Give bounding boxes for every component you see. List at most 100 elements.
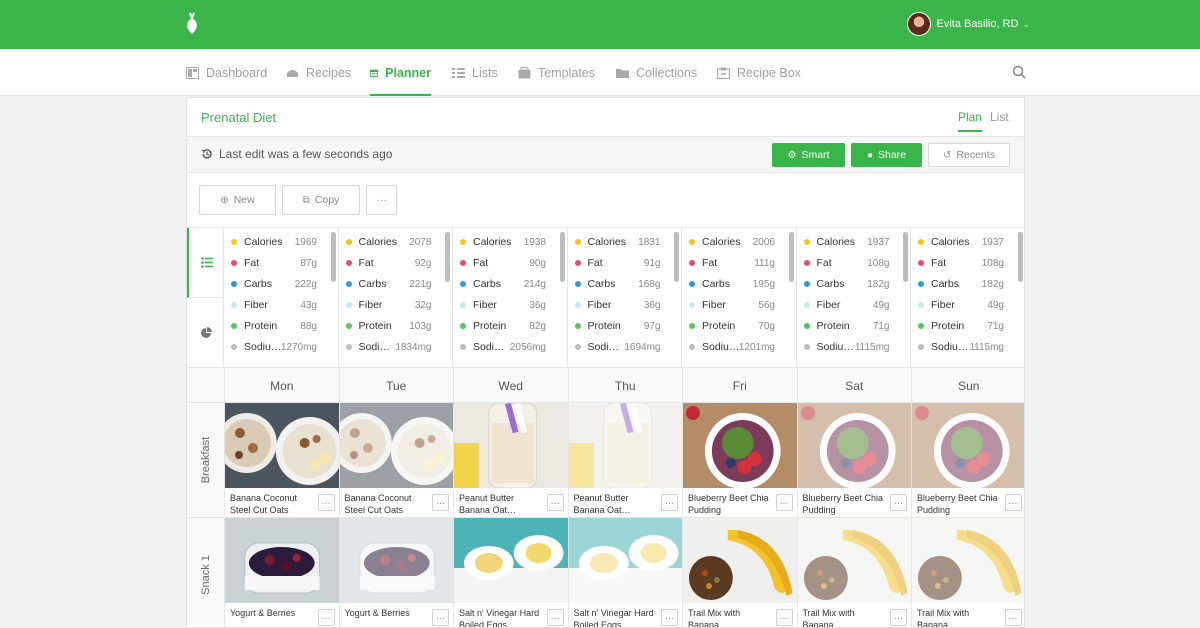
recipe-card[interactable]: Trail Mix with Banana ··· [796,518,911,627]
recipe-photo[interactable] [568,518,682,603]
chart-view-button[interactable] [187,298,224,368]
scrollbar[interactable] [559,232,565,282]
scrollbar[interactable] [903,232,908,282]
recipe-photo[interactable] [683,518,797,603]
fat-dot-icon [460,260,466,266]
recipe-more-button[interactable]: ··· [661,609,678,626]
recipe-more-button[interactable]: ··· [661,494,678,511]
recipe-card[interactable]: Blueberry Beet Chia Pudding ··· [911,403,1024,518]
scrollbar[interactable] [788,232,794,282]
recipe-name[interactable]: Peanut Butter Banana Oat… [459,492,541,516]
recipe-card[interactable]: Banana Coconut Steel Cut Oats ··· [224,403,339,518]
nutrient-value: 111g [754,257,775,269]
list-view-button[interactable] [187,228,224,298]
recipe-photo[interactable] [568,403,682,489]
recipe-card[interactable]: Yogurt & Berries ··· [224,518,339,627]
recipe-photo[interactable] [683,403,797,489]
recipe-card[interactable]: Blueberry Beet Chia Pudding ··· [682,403,797,518]
recipe-more-button[interactable]: ··· [432,609,449,626]
scrollbar[interactable] [1017,232,1023,282]
recipe-name[interactable]: Banana Coconut Steel Cut Oats [345,492,427,516]
nutrient-calories: Calories 2078 [345,235,432,249]
recipe-more-button[interactable]: ··· [432,494,449,511]
nav-recipe-box[interactable]: Recipe Box [717,49,801,96]
recipe-more-button[interactable]: ··· [546,609,564,626]
copy-button[interactable]: ⧉ Copy [282,185,360,215]
carbs-dot-icon [803,281,810,287]
more-options-button[interactable]: ··· [366,185,397,215]
nav-lists[interactable]: Lists [452,49,498,96]
recipe-photo[interactable] [454,403,568,489]
nutrient-value: 91g [643,257,661,269]
share-button[interactable]: ● Share [851,143,922,167]
nav-templates[interactable]: Templates [518,49,595,96]
recipe-photo[interactable] [454,518,568,603]
recipe-photo[interactable] [225,518,339,603]
recipe-name[interactable]: Blueberry Beet Chia Pudding [803,492,885,516]
recipe-card[interactable]: Salt n' Vinegar Hard Boiled Eggs ··· [453,518,568,627]
new-button[interactable]: ⊕ New [199,185,276,215]
recipe-more-button[interactable]: ··· [1004,609,1022,626]
nutrient-fat: Fat 92g [345,256,432,270]
carbs-dot-icon [918,281,924,287]
recipe-more-button[interactable]: ··· [1004,494,1022,511]
recipe-photo[interactable] [339,403,453,488]
recipe-more-button[interactable]: ··· [890,609,907,626]
scrollbar[interactable] [445,232,450,282]
plan-toolbar: Last edit was a few seconds ago ⚙ Smart ●… [187,136,1024,173]
recipe-name[interactable]: Yogurt & Berries [345,607,427,619]
recipe-more-button[interactable]: ··· [775,609,793,626]
radish-logo-icon[interactable] [184,12,200,36]
recipe-more-button[interactable]: ··· [890,494,907,511]
nutrient-sodium: Sodi… 2056mg [460,340,546,354]
nutrient-label: Fat [702,257,718,269]
recipe-card[interactable]: Peanut Butter Banana Oat… ··· [453,403,568,518]
recipe-name[interactable]: Trail Mix with Banana [917,607,999,627]
recipe-more-button[interactable]: ··· [317,609,335,626]
recipe-card[interactable]: Salt n' Vinegar Hard Boiled Eggs ··· [567,518,682,627]
recipe-name[interactable]: Yogurt & Berries [230,607,312,619]
recipe-card[interactable]: Yogurt & Berries ··· [338,518,453,627]
scrollbar[interactable] [674,232,679,282]
nutrient-value: 71g [987,320,1004,332]
recipe-name[interactable]: Trail Mix with Banana [688,607,770,627]
recipe-name[interactable]: Banana Coconut Steel Cut Oats [230,492,312,516]
recipe-photo[interactable] [797,403,911,489]
recipe-more-button[interactable]: ··· [317,494,335,511]
nutrient-label: Protein [244,320,278,332]
recipe-name[interactable]: Peanut Butter Banana Oat… [574,492,656,516]
recipe-name[interactable]: Blueberry Beet Chia Pudding [917,492,999,516]
nav-recipes[interactable]: Recipes [286,49,351,96]
recipe-card[interactable]: Trail Mix with Banana ··· [682,518,797,627]
nav-collections[interactable]: Collections [616,49,697,96]
nav-dashboard[interactable]: Dashboard [186,49,267,96]
search-icon[interactable] [1012,65,1026,79]
tab-plan[interactable]: Plan [958,110,983,132]
recipe-card[interactable]: Banana Coconut Steel Cut Oats ··· [338,403,453,518]
recipe-name[interactable]: Salt n' Vinegar Hard Boiled Eggs [459,607,541,627]
recipe-card[interactable]: Trail Mix with Banana ··· [911,518,1024,627]
smart-button[interactable]: ⚙ Smart [772,143,845,167]
nutrient-value: 70g [758,320,775,332]
recipe-card[interactable]: Peanut Butter Banana Oat… ··· [567,403,682,518]
recents-button[interactable]: ↺ Recents [928,143,1010,167]
nutrient-value: 97g [643,320,661,332]
recipe-photo[interactable] [224,403,339,488]
recipe-name[interactable]: Blueberry Beet Chia Pudding [688,492,770,516]
recipe-card[interactable]: Blueberry Beet Chia Pudding ··· [796,403,911,518]
recipe-name[interactable]: Trail Mix with Banana [803,607,885,627]
nutrient-value: 1831 [638,236,661,248]
recipe-name[interactable]: Salt n' Vinegar Hard Boiled Eggs [574,607,656,627]
recipe-photo[interactable] [912,403,1024,489]
user-menu[interactable]: Evita Basilio, RD ⌄ [906,12,1030,36]
nav-planner[interactable]: Planner [370,49,431,96]
recipe-photo[interactable] [912,518,1024,603]
tab-list[interactable]: List [990,110,1009,124]
fiber-dot-icon [231,302,237,308]
recipe-more-button[interactable]: ··· [546,494,564,511]
scrollbar[interactable] [330,232,336,282]
recipe-photo[interactable] [339,518,453,603]
fiber-dot-icon [460,302,466,308]
recipe-more-button[interactable]: ··· [775,494,793,511]
recipe-photo[interactable] [797,518,911,603]
